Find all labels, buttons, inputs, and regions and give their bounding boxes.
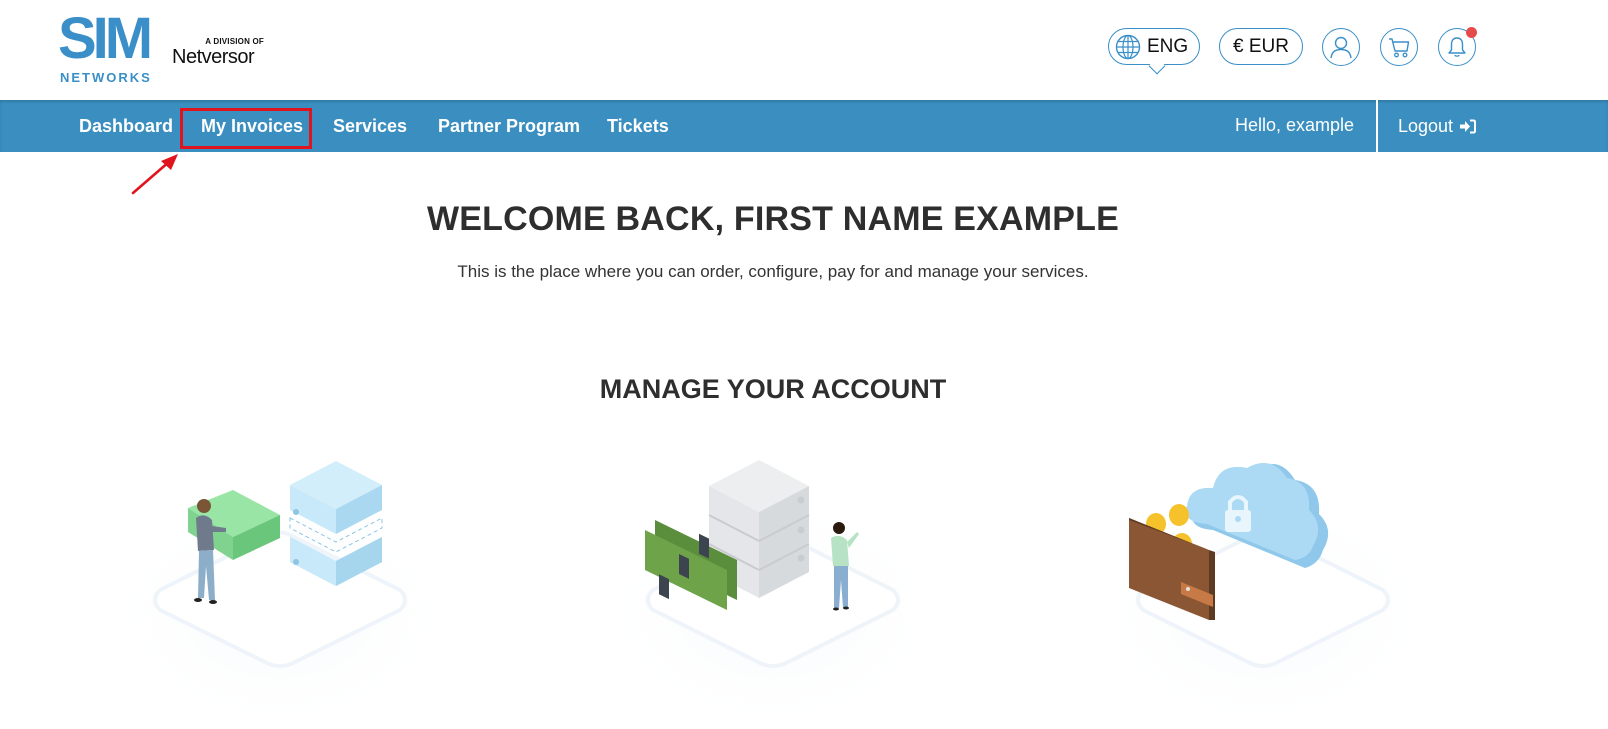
cart-icon <box>1389 38 1410 58</box>
nav-item-dashboard[interactable]: Dashboard <box>79 100 173 152</box>
bell-icon <box>1448 37 1466 57</box>
wallet-cloud-billing-illustration <box>1088 462 1438 720</box>
sim-networks-logo[interactable]: SIM NETWORKS <box>58 6 153 86</box>
header: SIM NETWORKS A DIVISION OF Netversor ENG… <box>0 0 1608 100</box>
logo-subtext: NETWORKS <box>60 70 152 85</box>
nav-divider <box>1376 100 1378 152</box>
welcome-subtitle: This is the place where you can order, c… <box>457 262 1089 281</box>
notification-badge <box>1466 27 1477 38</box>
netversor-logo: Netversor <box>172 46 255 68</box>
division-label: A DIVISION OF <box>205 37 264 46</box>
nav-item-my-invoices[interactable]: My Invoices <box>201 100 303 152</box>
nav-item-partner-program[interactable]: Partner Program <box>438 100 580 152</box>
cart-button[interactable] <box>1380 28 1418 66</box>
notifications-button[interactable] <box>1438 27 1477 66</box>
logout-label: Logout <box>1398 116 1454 136</box>
server-memory-illustration <box>598 460 948 720</box>
server-migration-illustration <box>105 461 455 720</box>
user-greeting: Hello, example <box>1235 115 1355 135</box>
speech-tail <box>1148 57 1166 75</box>
division-brand: A DIVISION OF Netversor <box>172 37 272 68</box>
account-card-billing[interactable] <box>1083 440 1443 724</box>
logout-button[interactable]: Logout <box>1398 100 1477 152</box>
sign-out-icon <box>1460 119 1477 133</box>
account-button[interactable] <box>1322 28 1360 66</box>
manage-account-heading: MANAGE YOUR ACCOUNT <box>599 374 947 404</box>
main-nav: Dashboard My Invoices Services Partner P… <box>0 100 1608 152</box>
logo-mark: SIM <box>58 6 153 71</box>
account-card-services[interactable] <box>100 440 460 724</box>
nav-item-services[interactable]: Services <box>333 100 407 152</box>
annotation-arrow-icon <box>131 154 178 195</box>
language-label: ENG <box>1147 35 1189 57</box>
nav-item-tickets[interactable]: Tickets <box>607 100 669 152</box>
globe-icon <box>1115 34 1141 59</box>
language-selector[interactable]: ENG <box>1108 28 1200 75</box>
currency-label: € EUR <box>1233 35 1289 57</box>
user-icon <box>1330 36 1352 59</box>
welcome-heading: WELCOME BACK, FIRST NAME EXAMPLE <box>426 200 1120 238</box>
account-card-configure[interactable] <box>593 440 953 724</box>
currency-selector[interactable]: € EUR <box>1219 28 1303 65</box>
